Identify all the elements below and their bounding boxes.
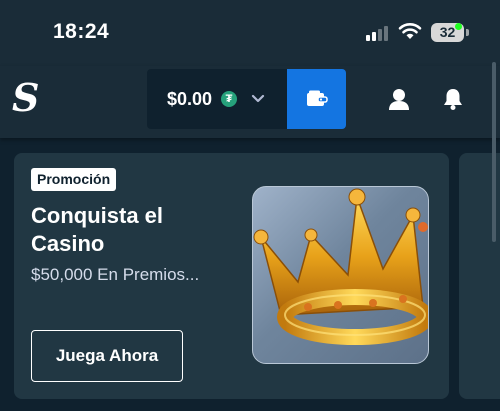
balance-amount: $0.00: [167, 89, 213, 109]
status-bar: 18:24 32: [0, 0, 500, 66]
play-now-button[interactable]: Juega Ahora: [31, 330, 183, 382]
notification-dot: [455, 23, 462, 30]
status-time: 18:24: [53, 20, 110, 43]
wallet-button[interactable]: [287, 69, 346, 129]
crown-icon: [253, 188, 428, 345]
tether-coin-icon: ₮: [221, 91, 237, 107]
promo-card[interactable]: Promoción Conquista el Casino $50,000 En…: [14, 153, 449, 399]
wifi-icon: [398, 23, 422, 39]
signal-icon: [366, 25, 390, 41]
promo-image: [252, 186, 429, 364]
promo-badge: Promoción: [31, 168, 117, 191]
promo-title: Conquista el Casino: [31, 203, 164, 256]
bell-icon[interactable]: [440, 86, 466, 112]
user-icon[interactable]: [386, 87, 412, 113]
app-header: S $0.00 ₮: [0, 23, 500, 138]
balance-selector[interactable]: $0.00 ₮: [147, 69, 287, 129]
chevron-down-icon: [251, 94, 265, 103]
scrollbar[interactable]: [492, 62, 496, 242]
wallet-icon: [307, 90, 328, 106]
promo-subtitle: $50,000 En Premios...: [31, 265, 200, 284]
logo[interactable]: S: [12, 75, 39, 120]
battery-cap: [466, 29, 469, 36]
